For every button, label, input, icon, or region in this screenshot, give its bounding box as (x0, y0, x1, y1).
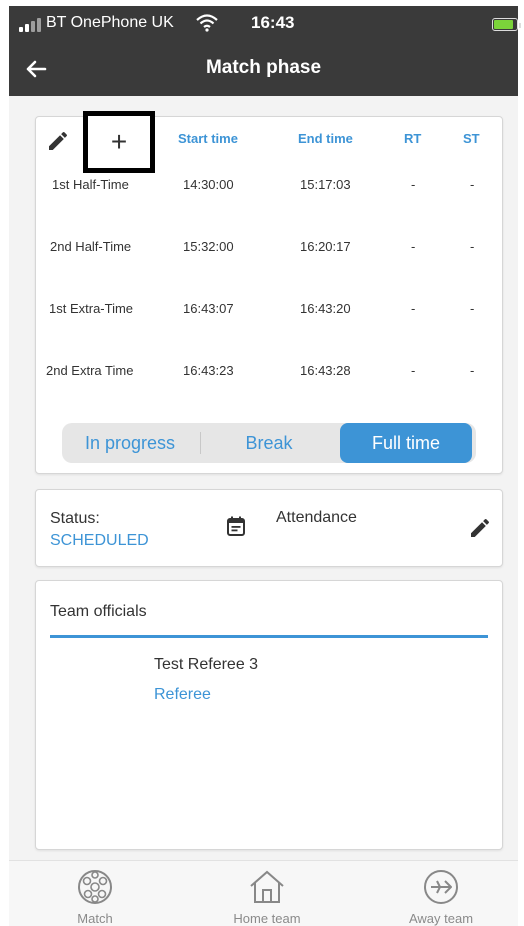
status-bar: BT OnePhone UK 16:43 (9, 6, 521, 42)
nav-label: Away team (408, 911, 474, 926)
segment-full-time[interactable]: Full time (340, 423, 472, 463)
nav-label: Match (77, 911, 113, 926)
end-time: 16:20:17 (300, 239, 351, 254)
end-time: 15:17:03 (300, 177, 351, 192)
nav-home-team[interactable]: Home team (207, 869, 327, 926)
plus-icon: + (110, 126, 128, 157)
end-time: 16:43:20 (300, 301, 351, 316)
start-time: 14:30:00 (183, 177, 234, 192)
team-officials-card: Team officials Test Referee 3 Referee (35, 580, 503, 850)
column-header-rt: RT (404, 131, 422, 146)
segment-break[interactable]: Break (202, 423, 336, 463)
plane-icon (424, 870, 458, 904)
column-header-start: Start time (178, 131, 238, 146)
phase-segmented-control: In progress Break Full time (62, 423, 476, 463)
signal-icon (19, 18, 45, 32)
phase-label: 2nd Half-Time (50, 239, 132, 254)
attendance-label: Attendance (276, 509, 357, 526)
segment-divider (200, 432, 201, 454)
st-value: - (470, 363, 475, 378)
st-value: - (470, 177, 475, 192)
start-time: 15:32:00 (183, 239, 234, 254)
st-value: - (470, 301, 475, 316)
nav-match[interactable]: Match (35, 869, 155, 926)
phase-label: 2nd Extra Time (46, 363, 134, 378)
section-divider (50, 635, 488, 638)
wifi-icon (196, 14, 218, 32)
rt-value: - (411, 363, 416, 378)
clock: 16:43 (251, 13, 295, 32)
bottom-navigation: Match Home team Away team (9, 860, 518, 926)
section-title: Team officials (50, 603, 147, 620)
calendar-icon[interactable] (224, 514, 248, 538)
nav-away-team[interactable]: Away team (381, 869, 501, 926)
carrier-name: BT OnePhone UK (46, 14, 174, 31)
rt-value: - (411, 301, 416, 316)
status-card: Status: SCHEDULED Attendance (35, 489, 503, 567)
pencil-icon[interactable] (468, 516, 492, 540)
start-time: 16:43:23 (183, 363, 234, 378)
phase-label: 1st Extra-Time (49, 301, 134, 316)
add-phase-button[interactable]: + (83, 111, 155, 173)
status-label: Status: (50, 510, 100, 527)
start-time: 16:43:07 (183, 301, 234, 316)
official-role: Referee (154, 686, 211, 703)
st-value: - (470, 239, 475, 254)
match-times-card: + Start time End time RT ST 1st Half-Tim… (35, 111, 503, 474)
home-icon (250, 870, 284, 903)
segment-in-progress[interactable]: In progress (62, 423, 198, 463)
page-title: Match phase (205, 57, 322, 78)
official-name[interactable]: Test Referee 3 (154, 656, 258, 674)
phase-label: 1st Half-Time (52, 177, 129, 192)
ball-icon (78, 870, 112, 904)
column-header-st: ST (463, 131, 480, 146)
battery-icon (492, 18, 521, 31)
pencil-icon[interactable] (46, 129, 70, 153)
column-header-end: End time (298, 131, 353, 146)
nav-label: Home team (233, 911, 301, 926)
app-bar: Match phase (9, 42, 518, 96)
end-time: 16:43:28 (300, 363, 351, 378)
rt-value: - (411, 177, 416, 192)
main-content: + Start time End time RT ST 1st Half-Tim… (9, 96, 518, 860)
status-value: SCHEDULED (50, 532, 149, 549)
rt-value: - (411, 239, 416, 254)
